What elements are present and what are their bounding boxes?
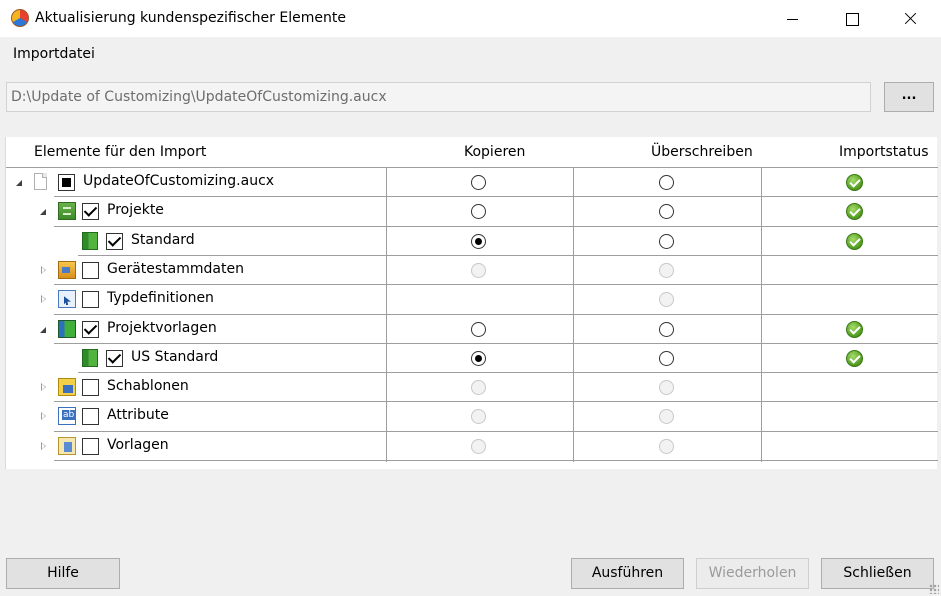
- element-label: Schablonen: [107, 378, 189, 395]
- expand-arrow-icon[interactable]: [41, 383, 46, 392]
- collapse-arrow-icon[interactable]: [40, 326, 46, 333]
- status-ok-icon: [846, 232, 863, 250]
- app-icon: [11, 9, 29, 27]
- element-label: Gerätestammdaten: [107, 260, 244, 277]
- tree-row[interactable]: Projekte: [6, 197, 938, 226]
- overwrite-radio[interactable]: [659, 204, 674, 220]
- column-header-overwrite: Überschreiben: [651, 144, 753, 160]
- include-checkbox[interactable]: [82, 379, 99, 397]
- tree-row[interactable]: Schablonen: [6, 373, 938, 402]
- tree-row[interactable]: US Standard: [6, 344, 938, 373]
- projects-cabinet-icon: [58, 202, 76, 221]
- element-label: UpdateOfCustomizing.aucx: [83, 173, 275, 189]
- tree-row[interactable]: Gerätestammdaten: [6, 256, 938, 285]
- include-checkbox[interactable]: [82, 261, 99, 279]
- tree-row[interactable]: Typdefinitionen: [6, 285, 938, 314]
- overwrite-radio: [659, 380, 674, 396]
- include-checkbox[interactable]: [82, 408, 99, 426]
- attributes-icon: [58, 407, 76, 426]
- copy-radio[interactable]: [471, 350, 486, 366]
- overwrite-radio[interactable]: [659, 321, 674, 337]
- include-checkbox[interactable]: [106, 232, 123, 250]
- status-ok-icon: [846, 203, 863, 221]
- import-file-label: Importdatei: [13, 46, 95, 62]
- type-definitions-icon: [58, 290, 76, 309]
- status-ok-icon: [846, 349, 863, 367]
- templates-icon: [58, 436, 76, 455]
- copy-radio: [471, 438, 486, 454]
- overwrite-radio: [659, 409, 674, 425]
- include-checkbox[interactable]: [106, 349, 123, 367]
- run-button[interactable]: Ausführen: [571, 558, 684, 589]
- help-button[interactable]: Hilfe: [6, 558, 120, 589]
- project-templates-icon: [58, 319, 76, 338]
- copy-radio[interactable]: [471, 175, 486, 190]
- import-elements-grid: Elemente für den Import Kopieren Übersch…: [5, 137, 938, 469]
- copy-radio[interactable]: [471, 233, 486, 249]
- element-label: Projekte: [107, 202, 164, 219]
- element-label: Vorlagen: [107, 436, 169, 453]
- maximize-button[interactable]: [829, 0, 875, 38]
- expand-arrow-icon[interactable]: [41, 441, 46, 450]
- include-checkbox[interactable]: [82, 291, 99, 309]
- element-label: Typdefinitionen: [107, 290, 214, 307]
- column-header-elements: Elemente für den Import: [34, 144, 207, 160]
- include-checkbox[interactable]: [82, 203, 99, 221]
- status-ok-icon: [846, 174, 863, 191]
- close-button[interactable]: Schließen: [821, 558, 934, 589]
- title-bar: Aktualisierung kundenspezifischer Elemen…: [0, 0, 941, 38]
- resize-grip[interactable]: [929, 584, 939, 594]
- expand-arrow-icon[interactable]: [41, 295, 46, 304]
- project-book-icon: [82, 348, 98, 367]
- copy-radio: [471, 380, 486, 396]
- include-checkbox[interactable]: [58, 174, 75, 191]
- import-path-field[interactable]: D:\Update of Customizing\UpdateOfCustomi…: [6, 82, 871, 112]
- tree-row[interactable]: UpdateOfCustomizing.aucx: [6, 168, 938, 197]
- column-header-status: Importstatus: [839, 144, 929, 160]
- overwrite-radio[interactable]: [659, 175, 674, 190]
- window-title: Aktualisierung kundenspezifischer Elemen…: [35, 10, 346, 26]
- overwrite-radio: [659, 292, 674, 308]
- browse-button[interactable]: ...: [884, 82, 934, 112]
- tree-row[interactable]: Standard: [6, 227, 938, 256]
- tree-row[interactable]: Projektvorlagen: [6, 315, 938, 344]
- element-label: Standard: [131, 231, 195, 248]
- copy-radio: [471, 262, 486, 278]
- project-book-icon: [82, 231, 98, 250]
- tree-row[interactable]: Attribute: [6, 402, 938, 431]
- collapse-arrow-icon[interactable]: [16, 180, 22, 186]
- close-window-button[interactable]: [887, 0, 933, 38]
- copy-radio: [471, 409, 486, 425]
- stencils-icon: [58, 378, 76, 397]
- include-checkbox[interactable]: [82, 320, 99, 338]
- overwrite-radio[interactable]: [659, 350, 674, 366]
- element-label: Attribute: [107, 407, 169, 424]
- expand-arrow-icon[interactable]: [41, 265, 46, 274]
- document-icon: [34, 173, 47, 190]
- overwrite-radio: [659, 438, 674, 454]
- copy-radio[interactable]: [471, 321, 486, 337]
- include-checkbox[interactable]: [82, 437, 99, 455]
- device-masterdata-icon: [58, 260, 76, 279]
- status-ok-icon: [846, 320, 863, 338]
- column-header-copy: Kopieren: [464, 144, 526, 160]
- expand-arrow-icon[interactable]: [41, 412, 46, 421]
- collapse-arrow-icon[interactable]: [40, 209, 46, 216]
- minimize-button[interactable]: [769, 0, 815, 38]
- copy-radio[interactable]: [471, 204, 486, 220]
- repeat-button[interactable]: Wiederholen: [696, 558, 809, 589]
- tree-row[interactable]: Vorlagen: [6, 432, 938, 461]
- overwrite-radio: [659, 262, 674, 278]
- element-label: US Standard: [131, 348, 219, 365]
- element-label: Projektvorlagen: [107, 319, 217, 336]
- overwrite-radio[interactable]: [659, 233, 674, 249]
- row-divider: [54, 460, 938, 461]
